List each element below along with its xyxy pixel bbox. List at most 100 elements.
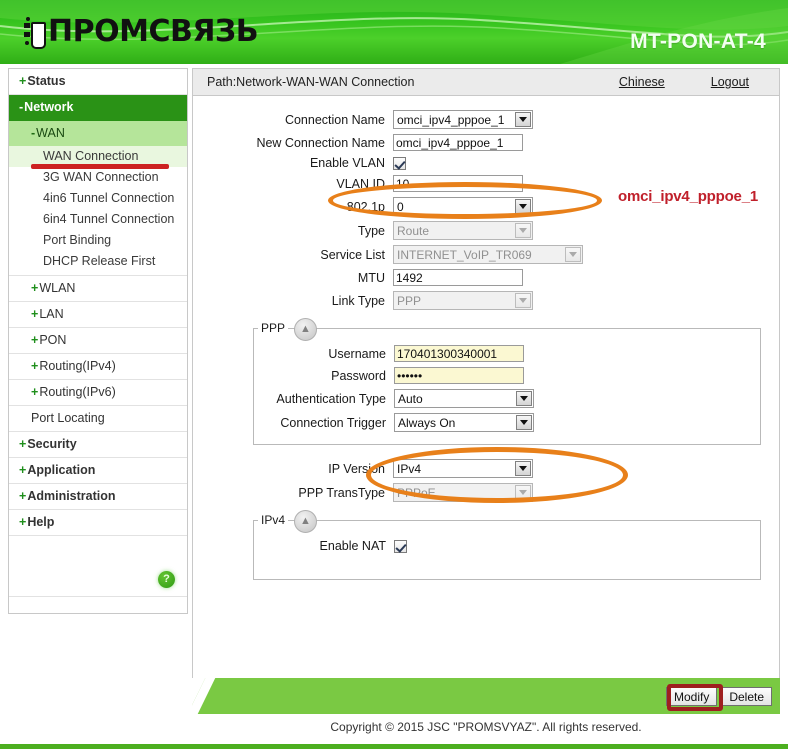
chevron-down-icon bbox=[565, 247, 581, 262]
new-connection-name-label: New Connection Name bbox=[256, 135, 385, 150]
collapse-icon: - bbox=[19, 100, 24, 114]
question-mark-icon[interactable]: ? bbox=[158, 571, 175, 588]
sidebar-item-network[interactable]: -Network bbox=[9, 95, 187, 121]
link-type-value: PPP bbox=[397, 293, 422, 308]
annotation-note-connection-name: omci_ipv4_pppoe_1 bbox=[618, 188, 758, 205]
collapse-icon: - bbox=[31, 126, 36, 140]
sidebar-item-routing-ipv4[interactable]: +Routing(IPv4) bbox=[9, 354, 187, 380]
service-list-label: Service List bbox=[320, 247, 385, 262]
authentication-type-select[interactable]: Auto bbox=[394, 389, 534, 408]
sidebar-item-application[interactable]: +Application bbox=[9, 458, 187, 484]
sidebar-item-port-binding[interactable]: Port Binding bbox=[9, 230, 187, 251]
ppp-transtype-select: PPPoE bbox=[393, 483, 533, 502]
sidebar-item-label: 4in6 Tunnel Connection bbox=[43, 191, 175, 205]
sidebar-item-lan[interactable]: +LAN bbox=[9, 302, 187, 328]
brand-logo: ПРОМСВЯЗЬ bbox=[24, 13, 259, 51]
sidebar-item-administration[interactable]: +Administration bbox=[9, 484, 187, 510]
password-label: Password bbox=[331, 368, 386, 383]
sidebar-item-label: Help bbox=[27, 515, 55, 529]
sidebar-item-dhcp-release-first[interactable]: DHCP Release First bbox=[9, 251, 187, 276]
sidebar-item-label: PON bbox=[39, 333, 67, 347]
ip-version-select[interactable]: IPv4 bbox=[393, 459, 533, 478]
row-type: Type Route bbox=[193, 221, 779, 240]
sidebar-item-label: Administration bbox=[27, 489, 116, 503]
vlan-id-input[interactable] bbox=[393, 175, 523, 192]
row-ppp-transtype: PPP TransType PPPoE bbox=[193, 483, 779, 502]
sidebar-item-routing-ipv6[interactable]: +Routing(IPv6) bbox=[9, 380, 187, 406]
connection-name-select[interactable]: omci_ipv4_pppoe_1 bbox=[393, 110, 533, 129]
chevron-down-icon[interactable] bbox=[516, 415, 532, 430]
chevron-down-icon[interactable] bbox=[515, 461, 531, 476]
vlan-id-label: VLAN ID bbox=[336, 176, 385, 191]
type-label: Type bbox=[357, 223, 385, 238]
enable-vlan-label: Enable VLAN bbox=[309, 156, 385, 170]
sidebar-item-label: DHCP Release First bbox=[43, 254, 156, 268]
sidebar-item-port-locating[interactable]: Port Locating bbox=[9, 406, 187, 432]
chevron-double-up-icon[interactable]: ▲ bbox=[294, 510, 317, 533]
annotation-underline bbox=[31, 164, 169, 169]
ppp-section-legend: PPP bbox=[258, 321, 289, 335]
plug-icon bbox=[24, 17, 46, 49]
chevron-down-icon bbox=[515, 485, 531, 500]
main-panel: Path:Network-WAN-WAN Connection Chinese … bbox=[192, 68, 780, 687]
row-enable-vlan: Enable VLAN bbox=[193, 156, 779, 170]
sidebar-item-status[interactable]: +Status bbox=[9, 69, 187, 95]
expand-icon: + bbox=[31, 385, 39, 399]
sidebar-item-6in4-tunnel-connection[interactable]: 6in4 Tunnel Connection bbox=[9, 209, 187, 230]
sidebar-item-label: Port Binding bbox=[43, 233, 112, 247]
mtu-input[interactable] bbox=[393, 269, 523, 286]
expand-icon: + bbox=[31, 359, 39, 373]
chevron-down-icon[interactable] bbox=[515, 199, 531, 214]
ppp-section: PPP ▲ Username Password Authentication T… bbox=[253, 318, 761, 445]
password-input[interactable] bbox=[394, 367, 524, 384]
sidebar-item-wan-connection[interactable]: WAN Connection bbox=[9, 146, 187, 169]
ip-version-label: IP Version bbox=[328, 461, 385, 476]
sidebar-item-label: LAN bbox=[39, 307, 64, 321]
username-input[interactable] bbox=[394, 345, 524, 362]
sidebar-item-label: Status bbox=[27, 74, 66, 88]
enable-nat-checkbox[interactable] bbox=[394, 539, 407, 553]
row-new-connection-name: New Connection Name bbox=[193, 134, 779, 151]
row-service-list: Service List INTERNET_VoIP_TR069 bbox=[193, 245, 779, 264]
brand-name: ПРОМСВЯЗЬ bbox=[48, 14, 259, 49]
chevron-down-icon[interactable] bbox=[515, 112, 531, 127]
8021p-select[interactable]: 0 bbox=[393, 197, 533, 216]
sidebar-item-4in6-tunnel-connection[interactable]: 4in6 Tunnel Connection bbox=[9, 188, 187, 209]
connection-name-label: Connection Name bbox=[284, 112, 385, 127]
row-username: Username bbox=[254, 345, 760, 362]
enable-vlan-checkbox[interactable] bbox=[393, 156, 406, 170]
sidebar-item-3g-wan-connection[interactable]: 3G WAN Connection bbox=[9, 167, 187, 188]
service-list-value: INTERNET_VoIP_TR069 bbox=[397, 247, 532, 262]
sidebar-help-area: ? bbox=[9, 536, 187, 597]
sidebar-item-pon[interactable]: +PON bbox=[9, 328, 187, 354]
row-connection-trigger: Connection Trigger Always On bbox=[254, 413, 760, 432]
logout-link[interactable]: Logout bbox=[711, 75, 749, 89]
footer-buttons: Modify Delete bbox=[665, 687, 772, 706]
row-link-type: Link Type PPP bbox=[193, 291, 779, 310]
link-type-select: PPP bbox=[393, 291, 533, 310]
chevron-down-icon[interactable] bbox=[516, 391, 532, 406]
footer-bottom-strip bbox=[0, 744, 788, 749]
connection-trigger-select[interactable]: Always On bbox=[394, 413, 534, 432]
footer-action-bar: Modify Delete bbox=[192, 678, 780, 714]
sidebar-item-label: WAN Connection bbox=[43, 149, 139, 163]
chevron-double-up-icon[interactable]: ▲ bbox=[294, 318, 317, 341]
sidebar-item-label: WAN bbox=[36, 126, 65, 140]
sidebar-item-help[interactable]: +Help bbox=[9, 510, 187, 536]
page-header: ПРОМСВЯЗЬ MT-PON-AT-4 bbox=[0, 0, 788, 64]
sidebar-item-security[interactable]: +Security bbox=[9, 432, 187, 458]
enable-nat-label: Enable NAT bbox=[319, 539, 386, 553]
page-body: +Status -Network -WAN WAN Connection 3G … bbox=[0, 64, 788, 749]
expand-icon: + bbox=[19, 489, 27, 503]
delete-button[interactable]: Delete bbox=[721, 687, 772, 706]
authentication-type-value: Auto bbox=[398, 391, 423, 406]
new-connection-name-input[interactable] bbox=[393, 134, 523, 151]
8021p-label: 802.1p bbox=[346, 199, 385, 214]
sidebar-item-wlan[interactable]: +WLAN bbox=[9, 276, 187, 302]
language-chinese-link[interactable]: Chinese bbox=[619, 75, 665, 89]
sidebar-item-label: WLAN bbox=[39, 281, 76, 295]
type-select: Route bbox=[393, 221, 533, 240]
modify-button[interactable]: Modify bbox=[665, 687, 718, 706]
copyright-text: Copyright © 2015 JSC "PROMSVYAZ". All ri… bbox=[330, 720, 642, 734]
sidebar-item-wan[interactable]: -WAN bbox=[9, 121, 187, 146]
